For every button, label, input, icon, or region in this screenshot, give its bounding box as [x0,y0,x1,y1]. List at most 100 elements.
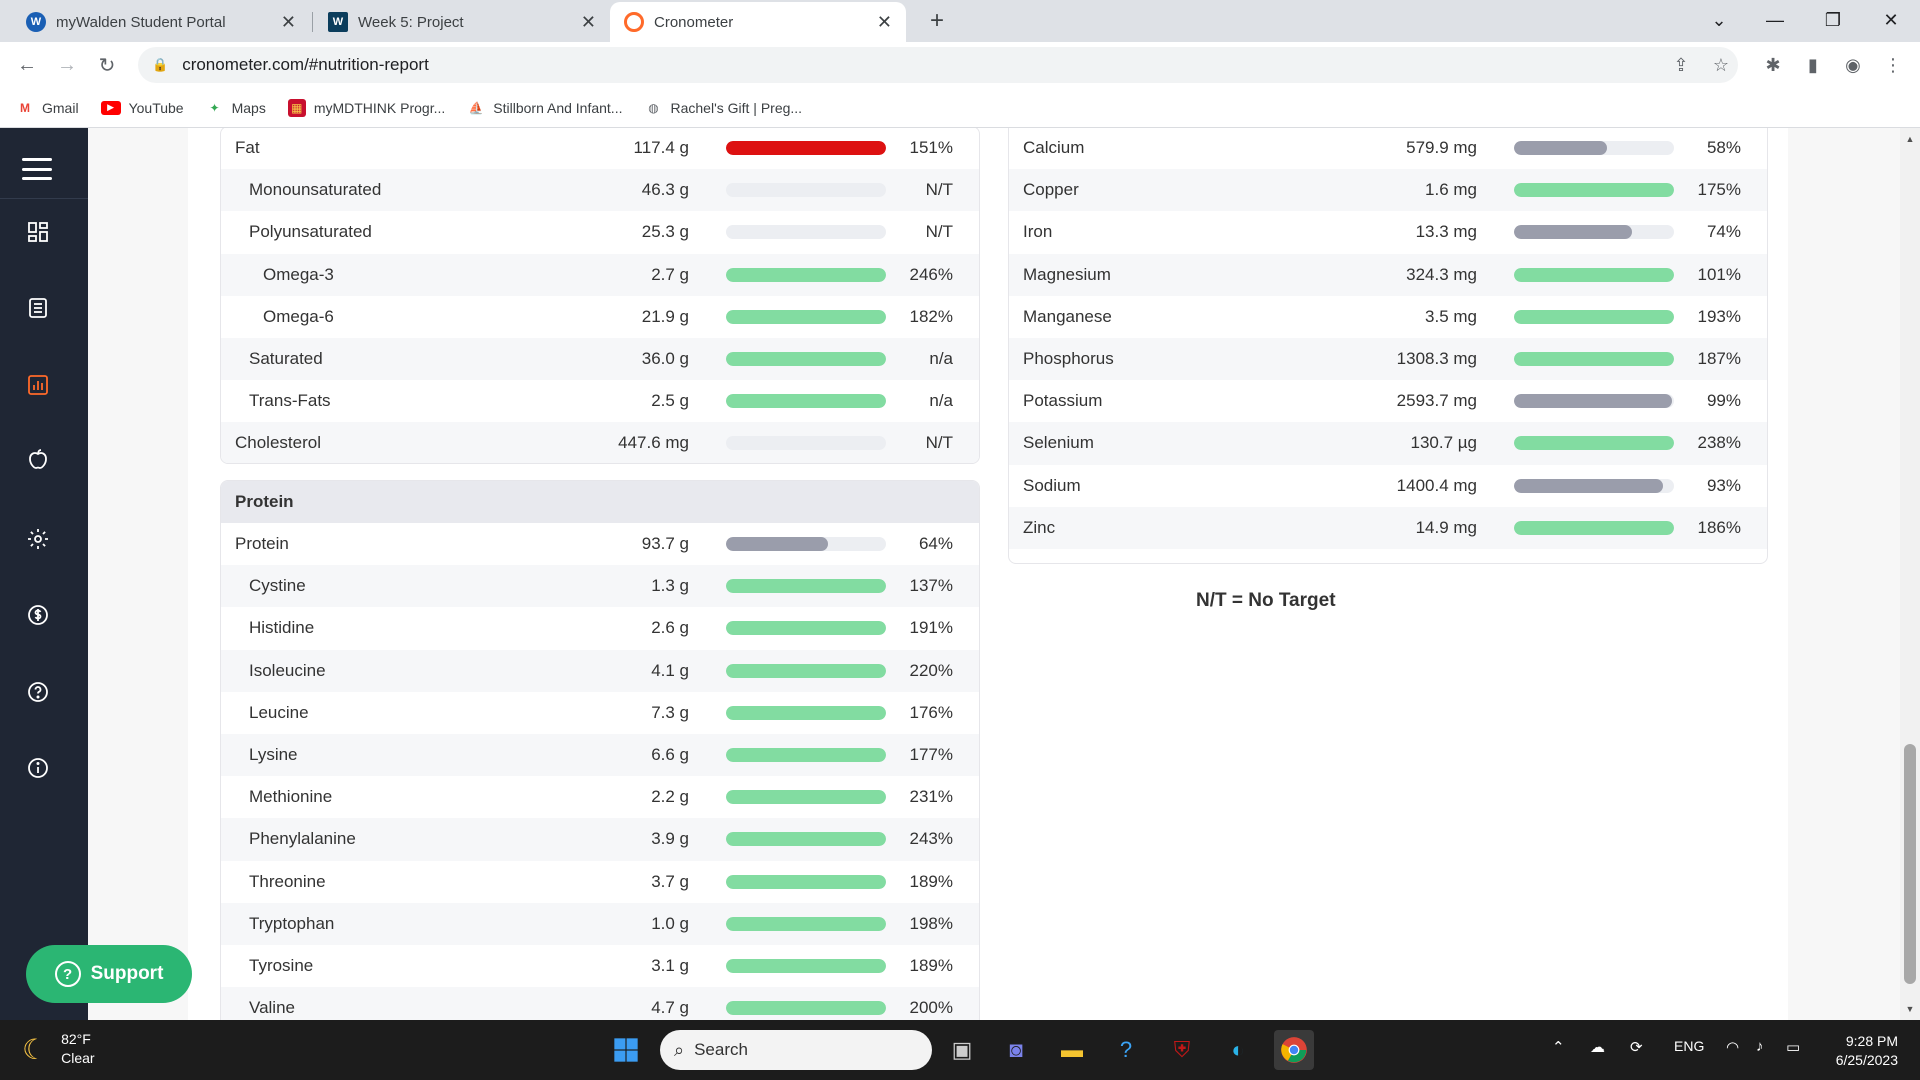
lipids-row-omega-3[interactable]: Omega-3 2.7 g 246% [221,253,979,296]
tab-cronometer[interactable]: Cronometer ✕ [610,2,906,42]
minerals-row-manganese[interactable]: Manganese 3.5 mg 193% [1009,296,1767,338]
volume-icon[interactable]: ♪ [1756,1038,1764,1055]
close-tab-icon[interactable]: ✕ [581,12,596,33]
back-arrow-icon[interactable]: ← [12,50,42,80]
minerals-row-potassium[interactable]: Potassium 2593.7 mg 99% [1009,380,1767,422]
close-tab-icon[interactable]: ✕ [877,12,892,33]
minerals-row-selenium[interactable]: Selenium 130.7 µg 238% [1009,422,1767,465]
file-explorer-icon[interactable]: ▬ [1052,1030,1092,1070]
omnibox[interactable]: 🔒 cronometer.com/#nutrition-report [138,47,1738,83]
bookmark-youtube[interactable]: ▶ YouTube [100,100,184,116]
nutrient-amount: 2593.7 mg [1396,391,1477,411]
new-tab-button[interactable]: + [922,6,952,36]
wifi-icon[interactable]: ◠ [1726,1038,1739,1056]
windows-start-icon[interactable] [606,1030,646,1070]
task-view-icon[interactable]: ▣ [942,1030,982,1070]
language-indicator[interactable]: ENG [1674,1038,1704,1054]
target-progress-bar [726,874,886,889]
minerals-row-sodium[interactable]: Sodium 1400.4 mg 93% [1009,465,1767,507]
restore-button[interactable]: ❐ [1810,0,1856,40]
nutrient-amount: 2.2 g [651,787,689,807]
lock-icon[interactable]: 🔒 [152,57,168,73]
protein-row-valine[interactable]: Valine 4.7 g 200% [221,987,979,1020]
minerals-row-zinc[interactable]: Zinc 14.9 mg 186% [1009,506,1767,549]
protein-row-histidine[interactable]: Histidine 2.6 g 191% [221,607,979,649]
minerals-row-copper[interactable]: Copper 1.6 mg 175% [1009,169,1767,212]
mcafee-shield-icon[interactable]: ⛨ [1162,1030,1202,1070]
settings-gear-icon[interactable] [24,525,52,553]
trends-chart-icon[interactable] [24,371,52,399]
get-help-icon[interactable]: ? [1106,1030,1146,1070]
chrome-menu-icon[interactable]: ⋮ [1878,50,1908,80]
hamburger-menu-icon[interactable] [22,158,52,180]
reload-icon[interactable]: ↻ [92,50,122,80]
extensions-puzzle-icon[interactable]: ✱ [1758,50,1788,80]
url-text[interactable]: cronometer.com/#nutrition-report [182,55,429,75]
taskbar-search[interactable]: ⌕ Search [660,1030,932,1070]
info-icon[interactable] [24,754,52,782]
target-progress-bar [726,663,886,678]
minimize-button[interactable]: — [1752,0,1798,40]
edge-browser-icon[interactable]: ◐ [1218,1030,1258,1070]
tab-week5-project[interactable]: W Week 5: Project ✕ [314,2,610,42]
protein-row-isoleucine[interactable]: Isoleucine 4.1 g 220% [221,649,979,692]
forward-arrow-icon[interactable]: → [52,50,82,80]
protein-row-lysine[interactable]: Lysine 6.6 g 177% [221,733,979,777]
lipids-row-polyunsaturated[interactable]: Polyunsaturated 25.3 g N/T [221,211,979,253]
lipids-row-omega-6[interactable]: Omega-6 21.9 g 182% [221,296,979,338]
help-question-icon[interactable] [24,678,52,706]
protein-row-cystine[interactable]: Cystine 1.3 g 137% [221,565,979,608]
teams-chat-icon[interactable]: ◙ [996,1030,1036,1070]
scrollbar-thumb[interactable] [1904,744,1916,984]
close-tab-icon[interactable]: ✕ [281,12,296,33]
system-clock[interactable]: 9:28 PM 6/25/2023 [1836,1032,1898,1070]
battery-icon[interactable]: ▭ [1786,1038,1800,1056]
lipids-row-saturated[interactable]: Saturated 36.0 g n/a [221,337,979,381]
onedrive-cloud-icon[interactable]: ☁ [1590,1038,1605,1056]
protein-row-protein[interactable]: Protein 93.7 g 64% [221,523,979,565]
dashboard-icon[interactable] [24,218,52,246]
tab-mywalden[interactable]: W myWalden Student Portal ✕ [12,2,310,42]
diary-icon[interactable] [24,294,52,322]
protein-row-leucine[interactable]: Leucine 7.3 g 176% [221,692,979,734]
bookmark-star-icon[interactable]: ☆ [1706,50,1736,80]
lipids-row-monounsaturated[interactable]: Monounsaturated 46.3 g N/T [221,169,979,212]
close-window-button[interactable]: ✕ [1868,0,1914,40]
minerals-row-phosphorus[interactable]: Phosphorus 1308.3 mg 187% [1009,337,1767,381]
share-icon[interactable]: ⇪ [1666,50,1696,80]
scroll-up-arrow-icon[interactable]: ▲ [1900,130,1920,148]
nutrient-name: Valine [249,998,295,1018]
tab-search-chevron-icon[interactable]: ⌄ [1696,0,1742,40]
weather-widget[interactable]: ☾ 82°F Clear [22,1030,95,1068]
lipids-row-cholesterol[interactable]: Cholesterol 447.6 mg N/T [221,422,979,463]
tray-chevron-up-icon[interactable]: ⌃ [1552,1038,1565,1056]
page-scrollbar[interactable]: ▲ ▼ [1900,128,1920,1020]
side-panel-icon[interactable]: ▮ [1798,50,1828,80]
bookmark-maps[interactable]: ✦ Maps [206,99,266,117]
nutrient-amount: 1.0 g [651,913,689,933]
target-progress-fill [726,394,886,409]
foods-apple-icon[interactable] [24,445,52,473]
lipids-row-trans-fats[interactable]: Trans-Fats 2.5 g n/a [221,380,979,422]
billing-dollar-icon[interactable] [24,601,52,629]
bookmark-stillborn[interactable]: ⛵ Stillborn And Infant... [467,99,623,117]
profile-avatar-icon[interactable]: ◉ [1838,50,1868,80]
minerals-row-calcium[interactable]: Calcium 579.9 mg 58% [1009,128,1767,169]
nutrient-target-percent: 175% [1697,180,1741,200]
minerals-row-magnesium[interactable]: Magnesium 324.3 mg 101% [1009,253,1767,296]
bookmark-gmail[interactable]: M Gmail [16,99,79,117]
sync-icon[interactable]: ⟳ [1630,1038,1643,1056]
bookmark-mymdthink[interactable]: ▦ myMDTHINK Progr... [287,98,445,117]
protein-row-threonine[interactable]: Threonine 3.7 g 189% [221,861,979,903]
minerals-row-iron[interactable]: Iron 13.3 mg 74% [1009,211,1767,253]
support-button[interactable]: ? Support [26,945,192,1003]
target-progress-fill [726,309,886,324]
protein-row-phenylalanine[interactable]: Phenylalanine 3.9 g 243% [221,818,979,861]
protein-row-methionine[interactable]: Methionine 2.2 g 231% [221,776,979,818]
protein-row-tyrosine[interactable]: Tyrosine 3.1 g 189% [221,945,979,987]
bookmark-rachels-gift[interactable]: ◍ Rachel's Gift | Preg... [644,99,802,117]
chrome-browser-icon[interactable] [1274,1030,1314,1070]
protein-row-tryptophan[interactable]: Tryptophan 1.0 g 198% [221,902,979,945]
scroll-down-arrow-icon[interactable]: ▼ [1900,1000,1920,1018]
lipids-row-fat[interactable]: Fat 117.4 g 151% [221,128,979,169]
